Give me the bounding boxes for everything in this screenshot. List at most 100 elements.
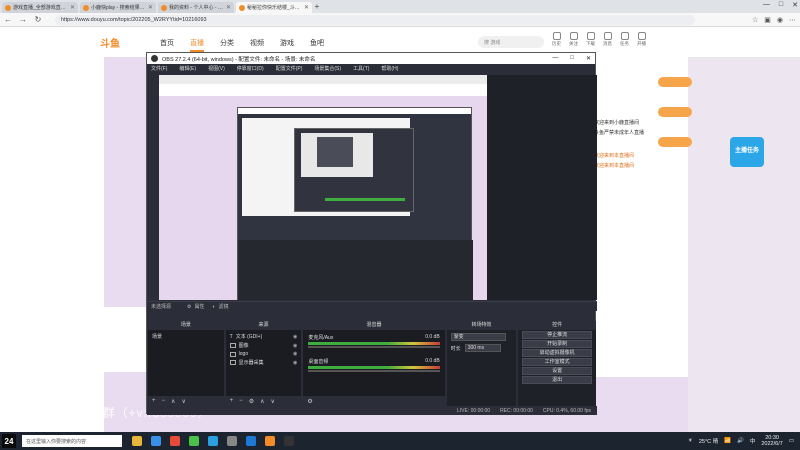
menu-file[interactable]: 文件(F) xyxy=(151,65,167,72)
tab-close-icon[interactable]: ✕ xyxy=(226,4,231,11)
tab-close-icon[interactable]: ✕ xyxy=(148,4,153,11)
properties-button[interactable]: 属性 xyxy=(195,303,205,310)
collections-icon[interactable]: ▣ xyxy=(764,16,771,24)
nav-category[interactable]: 分类 xyxy=(220,38,234,52)
remove-icon[interactable]: − xyxy=(162,398,166,404)
exit-button[interactable]: 退出 xyxy=(522,376,592,384)
source-item[interactable]: logo ◉ xyxy=(228,350,300,358)
weather-icon[interactable]: ☀ xyxy=(688,438,693,444)
visibility-eye-icon[interactable]: ◉ xyxy=(293,351,297,357)
follow-icon[interactable]: 关注 xyxy=(569,32,578,47)
notification-icon[interactable]: ▭ xyxy=(789,438,794,444)
obs-maximize-button[interactable]: □ xyxy=(570,55,574,62)
weather-text[interactable]: 25°C 晴 xyxy=(699,437,718,445)
message-icon[interactable]: 消息 xyxy=(603,32,612,47)
history-icon[interactable]: 历史 xyxy=(552,32,561,47)
gear-icon[interactable]: ⚙ xyxy=(249,398,254,405)
close-button[interactable]: ✕ xyxy=(792,1,798,9)
promo-badge[interactable]: 主播任务 xyxy=(730,137,764,167)
nav-live[interactable]: 直播 xyxy=(190,38,204,52)
taskbar-app-icon[interactable] xyxy=(265,436,275,446)
source-item[interactable]: T 文本 (GDI+) ◉ xyxy=(228,332,300,341)
favorites-icon[interactable]: ☆ xyxy=(752,16,758,24)
menu-view[interactable]: 视图(V) xyxy=(208,65,225,72)
taskbar-app-icon[interactable] xyxy=(189,436,199,446)
reload-button[interactable]: ↻ xyxy=(34,15,42,24)
clock[interactable]: 20:30 2022/6/7 xyxy=(761,435,782,447)
taskbar-app-icon[interactable] xyxy=(227,436,237,446)
input-language[interactable]: 中 xyxy=(750,437,756,445)
volume-slider[interactable] xyxy=(308,346,440,348)
virtual-camera-button[interactable]: 启动虚拟摄像机 xyxy=(522,349,592,357)
download-icon[interactable]: 下载 xyxy=(586,32,595,47)
maximize-button[interactable]: □ xyxy=(779,1,783,9)
gear-icon[interactable]: ⚙ xyxy=(307,398,312,405)
menu-profile[interactable]: 配置文件(P) xyxy=(276,65,303,72)
visibility-eye-icon[interactable]: ◉ xyxy=(293,334,297,340)
browser-tab-active[interactable]: 秘秘拉你快乐结楼_斗鱼直播平台✕ xyxy=(236,2,312,13)
nav-fishbar[interactable]: 鱼吧 xyxy=(310,38,324,52)
back-button[interactable]: ← xyxy=(4,15,12,24)
source-item[interactable]: 图像 ◉ xyxy=(228,341,300,350)
browser-tab[interactable]: 游戏直播_全部游戏直播_斗鱼直播✕ xyxy=(2,2,78,13)
filters-button[interactable]: 滤镜 xyxy=(219,303,229,310)
filter-icon[interactable]: ◐ xyxy=(213,304,216,310)
taskbar-app-icon[interactable] xyxy=(132,436,142,446)
gift-badge[interactable] xyxy=(658,107,692,117)
visibility-eye-icon[interactable]: ◉ xyxy=(293,360,297,366)
move-up-icon[interactable]: ∧ xyxy=(260,398,264,405)
url-input[interactable]: https://www.douyu.com/topic/202205_W2RYY… xyxy=(55,14,695,25)
tab-close-icon[interactable]: ✕ xyxy=(304,4,309,11)
taskbar-app-icon[interactable] xyxy=(170,436,180,446)
minimize-button[interactable]: — xyxy=(763,1,770,9)
obs-preview-canvas[interactable] xyxy=(159,75,487,300)
move-down-icon[interactable]: ∨ xyxy=(270,398,274,405)
site-search-input[interactable]: 搜 游戏 xyxy=(478,36,544,48)
volume-icon[interactable]: 🔊 xyxy=(737,438,744,444)
menu-docks[interactable]: 停靠窗口(D) xyxy=(237,65,264,72)
nav-video[interactable]: 视频 xyxy=(250,38,264,52)
taskbar-app-icon[interactable] xyxy=(151,436,161,446)
volume-slider[interactable] xyxy=(308,370,440,372)
nav-game[interactable]: 游戏 xyxy=(280,38,294,52)
task-icon[interactable]: 任务 xyxy=(620,32,629,47)
start-recording-button[interactable]: 开始录制 xyxy=(522,340,592,348)
more-menu-icon[interactable]: ⋯ xyxy=(789,16,796,24)
tab-close-icon[interactable]: ✕ xyxy=(70,4,75,11)
scene-item[interactable]: 场景 xyxy=(150,332,222,341)
menu-help[interactable]: 帮助(H) xyxy=(381,65,398,72)
add-icon[interactable]: + xyxy=(230,398,234,404)
remove-icon[interactable]: − xyxy=(239,398,243,404)
site-logo[interactable]: 斗鱼 xyxy=(100,35,120,50)
new-tab-button[interactable]: + xyxy=(312,2,322,13)
taskbar-app-icon[interactable] xyxy=(246,436,256,446)
profile-icon[interactable]: ◉ xyxy=(777,16,783,24)
browser-tab[interactable]: 我的资料 - 个人中心 - 斗鱼 ✕ xyxy=(158,2,234,13)
taskbar-app-icon[interactable] xyxy=(284,436,294,446)
menu-tools[interactable]: 工具(T) xyxy=(353,65,369,72)
gear-icon[interactable]: ⚙ xyxy=(187,304,191,310)
add-icon[interactable]: + xyxy=(152,398,156,404)
forward-button[interactable]: → xyxy=(19,15,27,24)
move-down-icon[interactable]: ∨ xyxy=(181,398,185,405)
network-icon[interactable]: 📶 xyxy=(724,438,731,444)
menu-edit[interactable]: 编辑(E) xyxy=(179,65,196,72)
move-up-icon[interactable]: ∧ xyxy=(171,398,175,405)
menu-scene-collection[interactable]: 场景集合(S) xyxy=(314,65,341,72)
browser-tab[interactable]: 小鹿快play - 搜索结果 - 斗鱼直播✕ xyxy=(80,2,156,13)
taskbar-app-icon[interactable] xyxy=(208,436,218,446)
gift-badge[interactable] xyxy=(658,137,692,147)
taskbar-search-input[interactable]: 在这里输入你要搜索的内容 xyxy=(22,435,122,447)
stop-streaming-button[interactable]: 停止推流 xyxy=(522,331,592,339)
source-item[interactable]: 显示器采集 ◉ xyxy=(228,358,300,367)
visibility-eye-icon[interactable]: ◉ xyxy=(293,343,297,349)
broadcast-icon[interactable]: 开播 xyxy=(637,32,646,47)
obs-close-button[interactable]: ✕ xyxy=(586,55,591,62)
nav-home[interactable]: 首页 xyxy=(160,38,174,52)
settings-button[interactable]: 设置 xyxy=(522,367,592,375)
gift-badge[interactable] xyxy=(658,77,692,87)
start-button[interactable]: 24 xyxy=(2,434,16,448)
studio-mode-button[interactable]: 工作室模式 xyxy=(522,358,592,366)
duration-input[interactable]: 300 ms xyxy=(464,344,501,352)
transition-select[interactable]: 渐变 xyxy=(450,333,506,341)
